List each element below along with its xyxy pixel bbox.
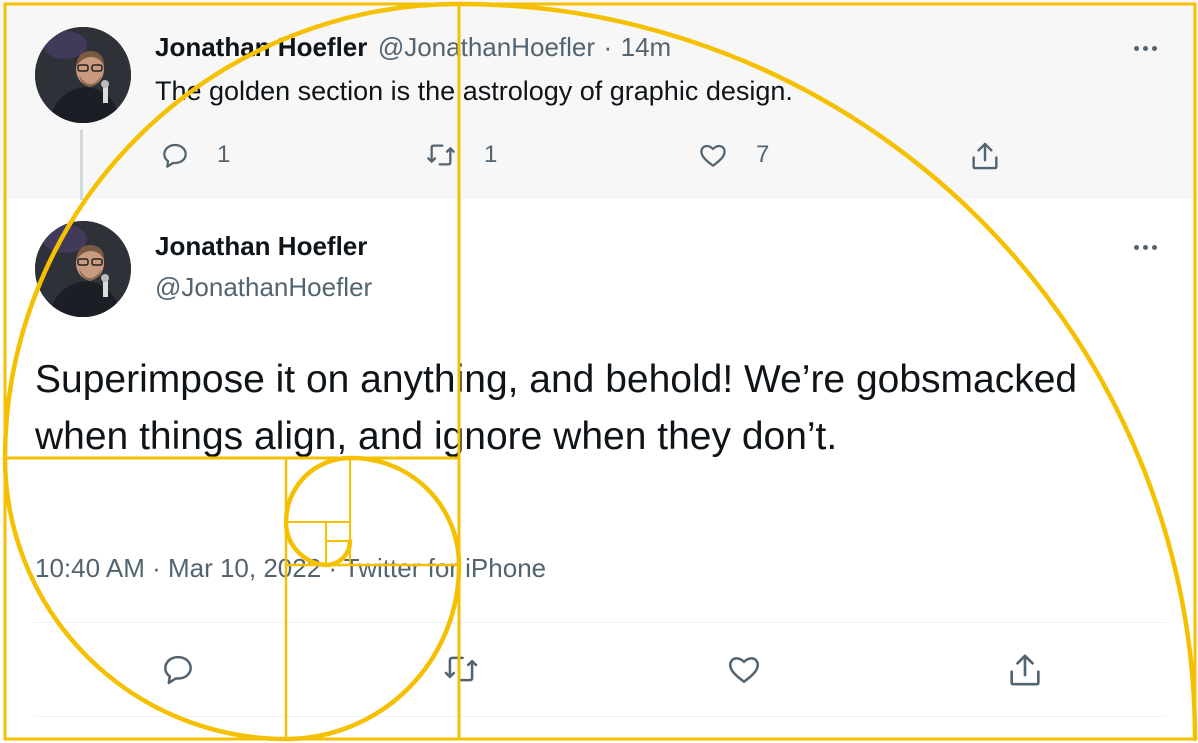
retweet-count: 1 xyxy=(484,141,498,168)
dot xyxy=(1152,45,1157,51)
reply-header: Jonathan Hoefler @JonathanHoefler · 14m xyxy=(155,32,671,63)
like-button[interactable] xyxy=(724,650,764,688)
thread-line xyxy=(80,130,83,200)
share-button[interactable] xyxy=(1005,650,1045,690)
speech-bubble-icon xyxy=(163,143,187,168)
more-button[interactable] xyxy=(1134,237,1157,257)
avatar[interactable] xyxy=(35,27,131,123)
dot xyxy=(1152,244,1157,250)
avatar-photo xyxy=(35,221,131,317)
more-button[interactable] xyxy=(1134,38,1157,58)
three-dots-icon xyxy=(1134,45,1139,51)
avatar-photo xyxy=(35,27,131,123)
heart-icon xyxy=(728,657,760,683)
dot xyxy=(1143,244,1148,250)
reply-tweet[interactable]: Jonathan Hoefler @JonathanHoefler · 14m … xyxy=(0,0,1198,200)
speech-bubble-icon xyxy=(164,655,192,685)
retweet-button[interactable]: 1 xyxy=(424,139,497,171)
share-upload-icon xyxy=(1010,654,1040,686)
retweet-button[interactable] xyxy=(441,650,481,688)
heart-icon xyxy=(700,144,726,167)
like-button[interactable]: 7 xyxy=(696,139,769,171)
share-upload-icon xyxy=(972,142,998,170)
three-dots-icon xyxy=(1134,244,1139,250)
avatar[interactable] xyxy=(35,221,131,317)
retweet-arrows-icon xyxy=(444,656,478,682)
dot xyxy=(1143,45,1148,51)
author-name[interactable]: Jonathan Hoefler xyxy=(155,231,367,262)
separator: · xyxy=(603,32,613,62)
reply-button[interactable] xyxy=(159,650,197,688)
main-tweet: Jonathan Hoefler @JonathanHoefler Superi… xyxy=(0,199,1198,743)
tweet-time[interactable]: 14m xyxy=(621,32,672,62)
tweet-text: The golden section is the astrology of g… xyxy=(155,76,793,106)
reply-count: 1 xyxy=(217,141,231,168)
author-name[interactable]: Jonathan Hoefler xyxy=(155,32,367,62)
author-handle[interactable]: @JonathanHoefler xyxy=(155,272,372,303)
divider xyxy=(34,622,1166,623)
author-handle[interactable]: @JonathanHoefler xyxy=(378,32,595,62)
share-button[interactable] xyxy=(968,139,1002,173)
retweet-arrows-icon xyxy=(427,144,455,166)
like-count: 7 xyxy=(756,141,770,168)
tweet-text: Superimpose it on anything, and behold! … xyxy=(35,358,1078,458)
tweet-meta: 10:40 AM · Mar 10, 2022 · Twitter for iP… xyxy=(35,553,547,583)
divider xyxy=(34,716,1166,717)
reply-button[interactable]: 1 xyxy=(159,139,230,171)
